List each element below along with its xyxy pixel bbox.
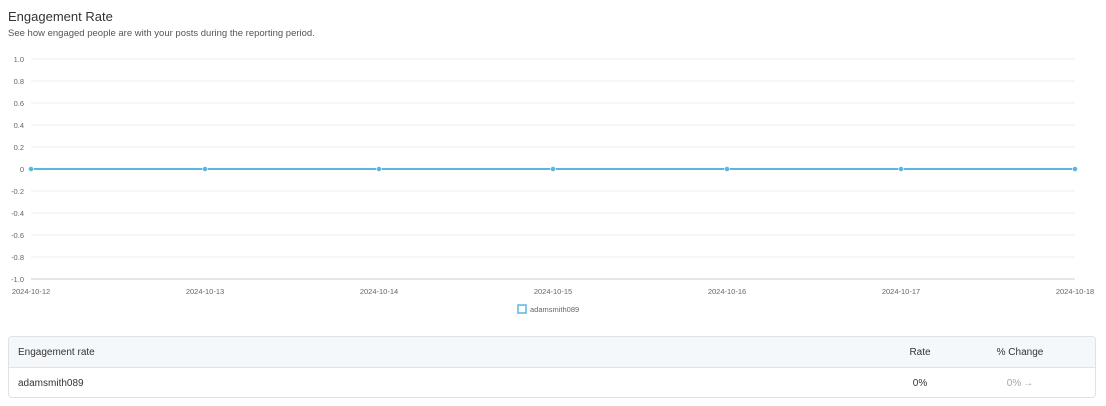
x-tick-label: 2024-10-18 [1056,287,1094,296]
y-tick-label: -0.2 [11,187,24,196]
x-tick-label: 2024-10-15 [534,287,572,296]
chart-subtitle: See how engaged people are with your pos… [8,28,315,39]
table-row: adamsmith089 0% 0% → [9,368,1095,397]
y-tick-label: 0.6 [14,99,24,108]
y-tick-label: 0.8 [14,77,24,86]
x-tick-label: 2024-10-13 [186,287,224,296]
data-point [376,166,382,172]
data-point [724,166,730,172]
x-tick-label: 2024-10-12 [12,287,50,296]
engagement-line-chart: 1.0 0.8 0.6 0.4 0.2 0 -0.2 -0.4 -0.6 -0.8 -1.0 2024… [11,55,1094,314]
x-tick-label: 2024-10-14 [360,287,398,296]
x-tick-label: 2024-10-17 [882,287,920,296]
y-tick-label: 0.2 [14,143,24,152]
engagement-table: Engagement rate Rate % Change adamsmith0… [8,336,1096,398]
row-account-name: adamsmith089 [18,377,84,389]
y-tick-label: -0.6 [11,231,24,240]
legend-swatch [517,304,527,314]
data-point [28,166,34,172]
y-tick-label: 0 [20,165,24,174]
y-tick-label: -0.4 [11,209,24,218]
y-tick-label: 1.0 [14,55,24,64]
header-rate: Rate [909,346,931,358]
arrow-right-icon: → [1023,377,1034,389]
table-header-row: Engagement rate Rate % Change [9,337,1095,368]
y-tick-label: -1.0 [11,275,24,284]
header-percent-change: % Change [996,346,1044,358]
chart-header: Engagement Rate See how engaged people a… [8,8,315,41]
row-change-value: 0% [1006,377,1022,389]
data-point [898,166,904,172]
y-tick-label: -0.8 [11,253,24,262]
header-engagement-rate: Engagement rate [18,346,95,358]
y-tick-label: 0.4 [14,121,24,130]
chart-title: Engagement Rate [8,9,113,24]
data-point [1072,166,1078,172]
row-rate: 0% [912,377,928,389]
data-point [550,166,556,172]
data-point [202,166,208,172]
row-change: 0% → [965,378,1095,389]
legend-label: adamsmith089 [530,305,579,314]
x-tick-label: 2024-10-16 [708,287,746,296]
